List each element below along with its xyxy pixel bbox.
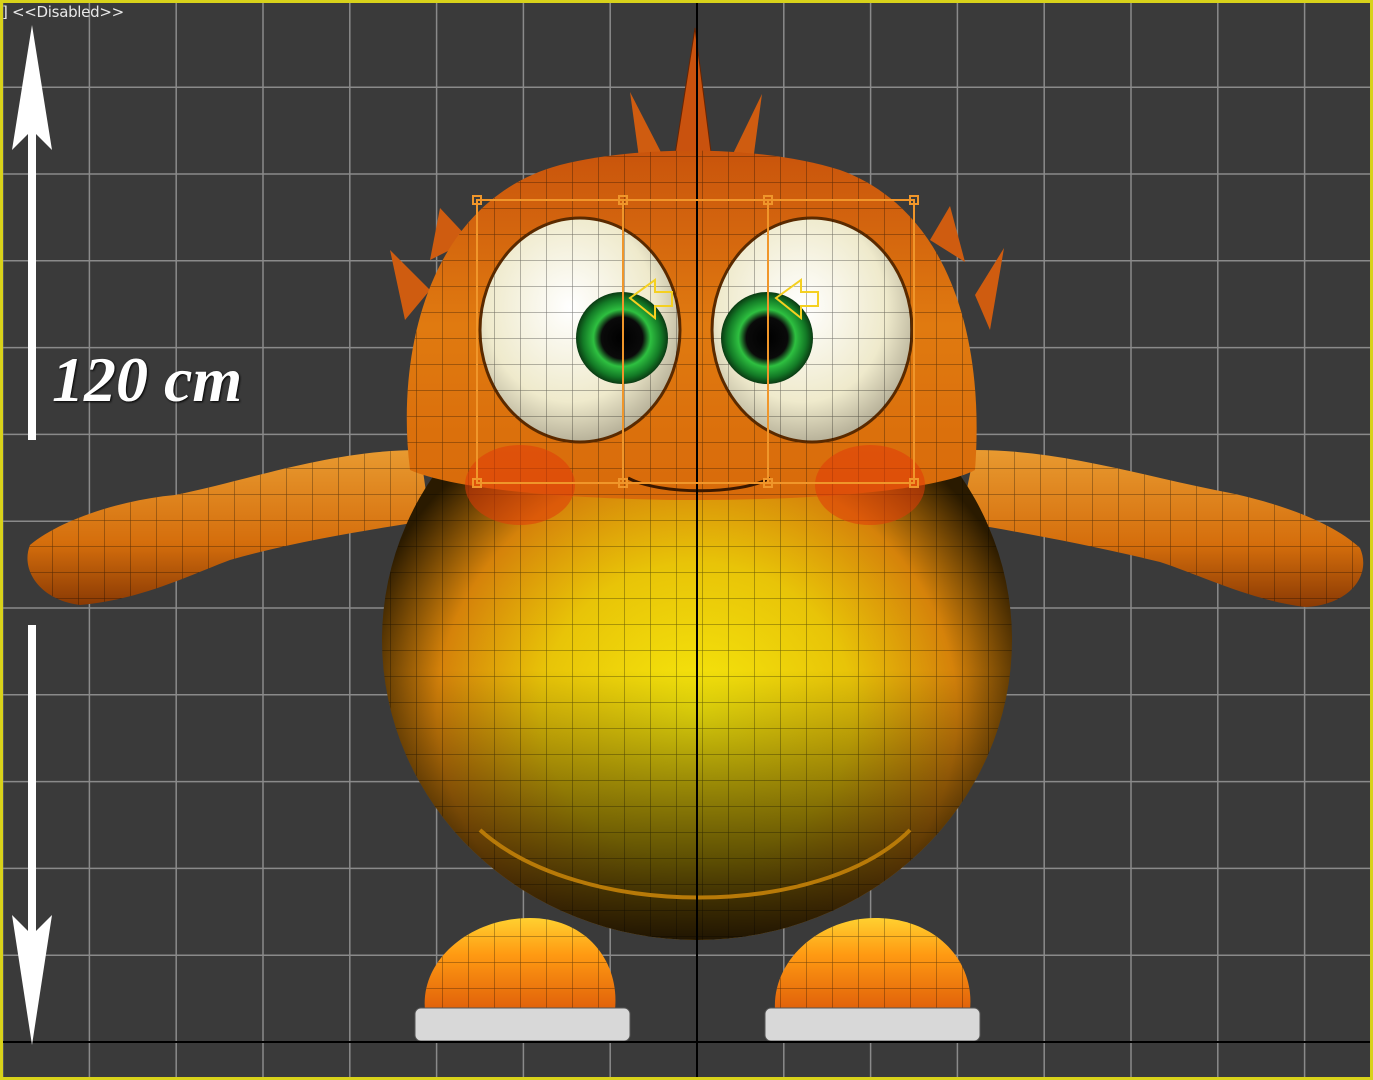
right-eye[interactable]: [710, 216, 914, 444]
left-eye[interactable]: [478, 216, 682, 444]
viewport-label[interactable]: ] <<Disabled>>: [2, 3, 124, 21]
right-shoe: [764, 918, 981, 1042]
right-arm: [960, 450, 1364, 607]
arrow-down-icon: [12, 625, 52, 1045]
character-model[interactable]: [27, 27, 1364, 1042]
viewport-front[interactable]: ] <<Disabled>> 120 cm: [0, 0, 1373, 1080]
left-shoe: [414, 918, 631, 1042]
viewport-scene[interactable]: [0, 0, 1373, 1080]
dimension-label: 120 cm: [52, 344, 243, 415]
left-arm: [27, 450, 430, 605]
